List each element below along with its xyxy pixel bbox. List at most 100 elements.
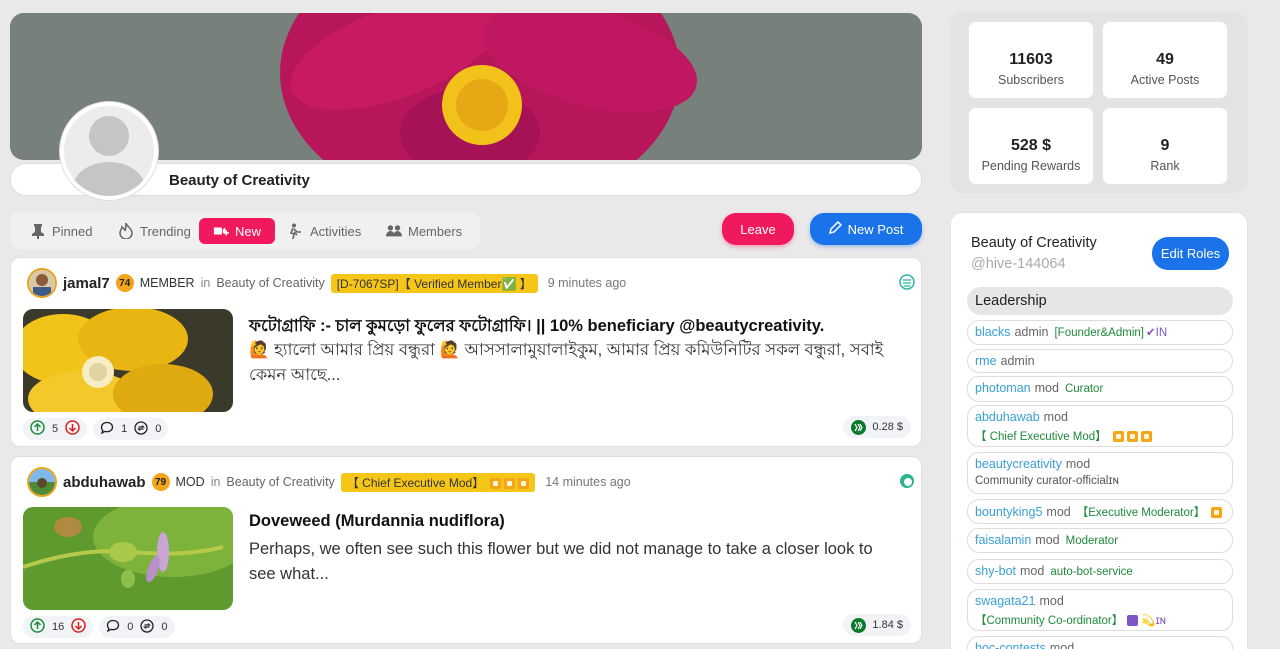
leader-role: mod — [1035, 533, 1060, 547]
tab-label: Pinned — [52, 223, 93, 239]
engagement-pill: 0 0 — [99, 616, 175, 638]
leader-name[interactable]: shy-bot — [975, 564, 1016, 578]
leader-item[interactable]: rme admin — [967, 349, 1233, 373]
stat-subscribers: 11603 Subscribers — [968, 21, 1094, 99]
author-name[interactable]: abduhawab — [63, 474, 146, 491]
flame-icon — [118, 223, 134, 239]
leader-name[interactable]: swagata21 — [975, 594, 1035, 608]
payout-pill[interactable]: 0.28 $ — [843, 416, 911, 438]
leader-role: mod — [1049, 641, 1075, 649]
author-name[interactable]: jamal7 — [63, 275, 110, 292]
leader-title-suffix: ✔IN — [1145, 327, 1168, 339]
community-name: Beauty of Creativity — [169, 172, 310, 189]
reputation-badge: 79 — [151, 473, 170, 491]
post-thumbnail[interactable] — [23, 309, 233, 412]
leader-item[interactable]: abduhawab mod 【 Chief Executive Mod】 — [967, 405, 1233, 447]
reblog-icon[interactable] — [140, 618, 155, 636]
pen-icon — [828, 220, 842, 237]
post-time[interactable]: 9 minutes ago — [548, 276, 627, 290]
community-link[interactable]: Beauty of Creativity — [226, 475, 334, 489]
leader-name[interactable]: bountyking5 — [975, 505, 1042, 519]
author-role: MOD — [175, 475, 205, 489]
leader-item[interactable]: bountyking5 mod 【Executive Moderator】 — [967, 499, 1233, 524]
post-excerpt[interactable]: 🙋 হ্যালো আমার প্রিয় বন্ধুরা 🙋 আসসালামুয… — [249, 338, 899, 388]
community-link[interactable]: Beauty of Creativity — [216, 276, 324, 290]
post-actions: 16 0 0 — [23, 616, 175, 638]
leader-role: mod — [1020, 564, 1045, 578]
post-actions: 5 1 0 — [23, 418, 169, 440]
upvote-icon[interactable] — [30, 618, 45, 636]
vote-pill: 16 — [23, 616, 94, 638]
leader-item[interactable]: shy-bot mod auto-bot-service — [967, 559, 1233, 584]
leader-role: admin — [1014, 325, 1049, 339]
stat-active-posts: 49 Active Posts — [1102, 21, 1228, 99]
leader-item[interactable]: beautycreativity mod Community curator-of… — [967, 452, 1233, 494]
payout-amount: 1.84 $ — [872, 619, 903, 631]
tab-new[interactable]: New — [199, 218, 275, 244]
post-card[interactable]: jamal7 74 MEMBER in Beauty of Creativity… — [10, 257, 922, 447]
leader-item[interactable]: photoman mod Curator — [967, 376, 1233, 402]
comment-icon[interactable] — [106, 619, 120, 636]
tab-label: New — [234, 223, 261, 239]
new-post-button[interactable]: New Post — [810, 213, 922, 245]
tab-label: Members — [408, 223, 463, 239]
in-label: in — [200, 276, 211, 290]
reblog-icon[interactable] — [134, 420, 148, 438]
vote-pill: 5 — [23, 418, 88, 440]
leave-button[interactable]: Leave — [722, 213, 794, 245]
post-time[interactable]: 14 minutes ago — [545, 475, 630, 489]
leader-name[interactable]: rme — [975, 354, 997, 368]
comment-count: 0 — [127, 621, 134, 633]
author-avatar[interactable] — [27, 467, 57, 497]
payout-pill[interactable]: 1.84 $ — [843, 614, 911, 636]
leader-title: 【Community Co-ordinator】 💫ɪɴ — [975, 615, 1167, 627]
member-title-badge: 【 Chief Executive Mod】 — [340, 472, 536, 492]
check-badge-icon — [1127, 615, 1139, 627]
leader-item[interactable]: blacks admin [Founder&Admin] ✔IN — [967, 320, 1233, 345]
leader-title: auto-bot-service — [1050, 566, 1133, 578]
stat-label: Subscribers — [998, 73, 1064, 87]
reblog-count: 0 — [155, 423, 162, 435]
tab-members[interactable]: Members — [378, 218, 470, 244]
leader-title: Curator — [1064, 383, 1104, 395]
author-role: MEMBER — [139, 276, 195, 290]
leader-item[interactable]: faisalamin mod Moderator — [967, 528, 1233, 553]
leader-name[interactable]: boc-contests — [975, 641, 1046, 649]
post-card[interactable]: abduhawab 79 MOD in Beauty of Creativity… — [10, 456, 922, 644]
tab-trending[interactable]: Trending — [110, 218, 199, 244]
leader-item[interactable]: swagata21 mod 【Community Co-ordinator】 💫ɪɴ — [967, 589, 1233, 631]
author-avatar[interactable] — [27, 268, 57, 298]
comment-icon[interactable] — [100, 421, 114, 438]
leader-title: 【Executive Moderator】 — [1077, 507, 1223, 519]
stat-value: 11603 — [1009, 51, 1053, 68]
leader-name[interactable]: blacks — [975, 325, 1010, 339]
upvote-icon[interactable] — [30, 420, 45, 438]
post-title[interactable]: ফটোগ্রাফি :- চাল কুমড়ো ফুলের ফটোগ্রাফি।… — [249, 313, 824, 340]
post-header: jamal7 74 MEMBER in Beauty of Creativity… — [27, 268, 626, 298]
downvote-icon[interactable] — [71, 618, 86, 636]
payout-amount: 0.28 $ — [872, 421, 903, 433]
leader-title: Moderator — [1065, 535, 1119, 547]
downvote-icon[interactable] — [65, 420, 80, 438]
sidebar-community-handle: @hive-144064 — [971, 256, 1066, 272]
tab-pinned[interactable]: Pinned — [22, 218, 100, 244]
leader-role: mod — [1046, 505, 1071, 519]
tab-label: Trending — [140, 223, 191, 239]
post-title[interactable]: Doveweed (Murdannia nudiflora) — [249, 512, 505, 531]
leader-item[interactable]: boc-contests mod — [967, 636, 1233, 649]
leader-name[interactable]: faisalamin — [975, 533, 1031, 547]
leader-name[interactable]: beautycreativity — [975, 457, 1062, 471]
leader-role: mod — [1034, 381, 1059, 395]
edit-roles-button[interactable]: Edit Roles — [1152, 237, 1229, 270]
leadership-heading: Leadership — [967, 287, 1233, 315]
leader-name[interactable]: photoman — [975, 381, 1031, 395]
engagement-pill: 1 0 — [93, 418, 169, 440]
hive-icon — [851, 617, 867, 633]
leader-name[interactable]: abduhawab — [975, 410, 1040, 424]
stat-label: Rank — [1150, 159, 1180, 173]
post-header: abduhawab 79 MOD in Beauty of Creativity… — [27, 467, 631, 497]
post-excerpt[interactable]: Perhaps, we often see such this flower b… — [249, 537, 899, 587]
post-thumbnail[interactable] — [23, 507, 233, 610]
comment-count: 1 — [121, 423, 128, 435]
tab-activities[interactable]: Activities — [280, 218, 369, 244]
